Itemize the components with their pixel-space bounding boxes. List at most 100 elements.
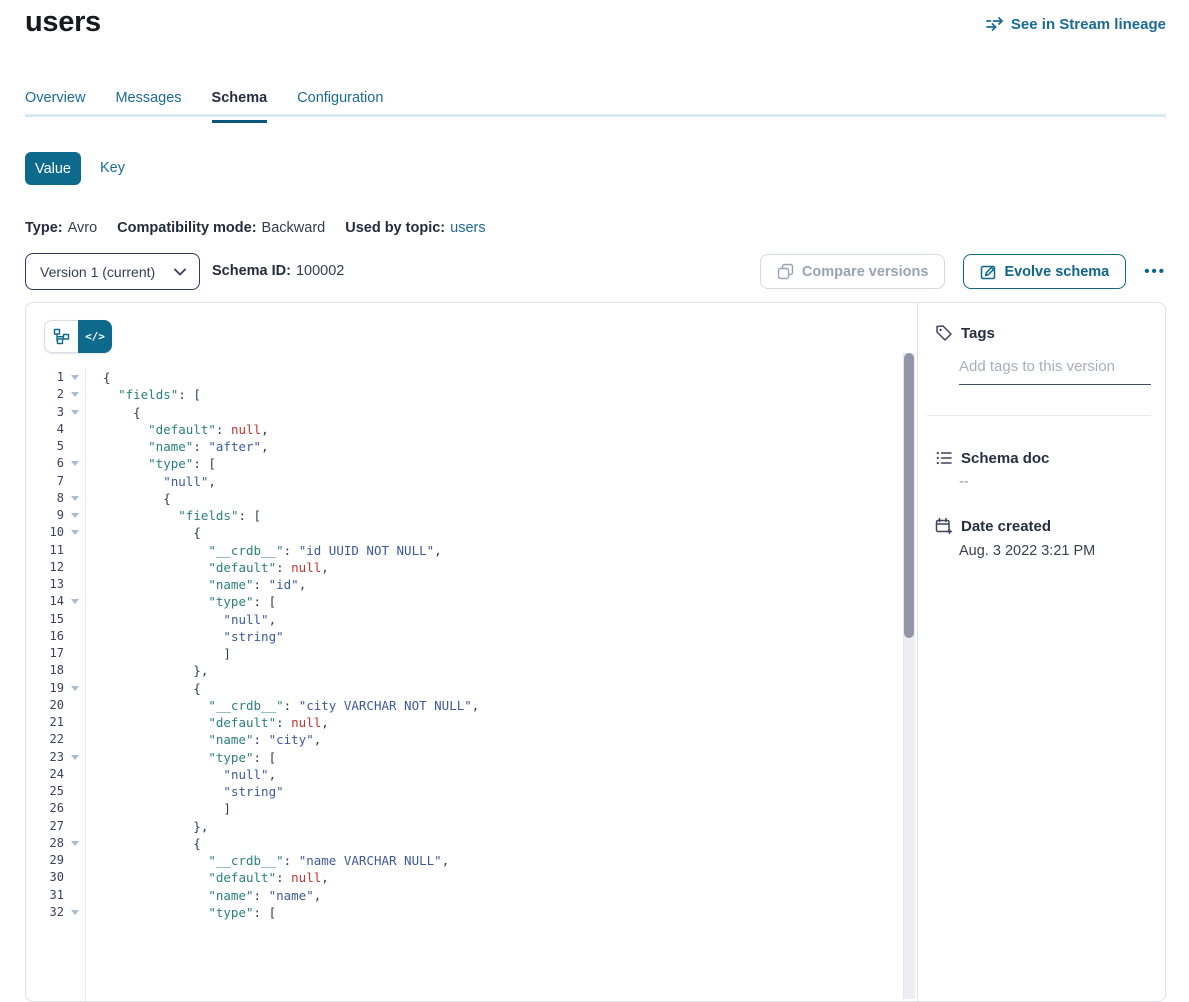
line-number: 5: [26, 438, 64, 455]
tags-section-header: Tags: [935, 324, 995, 342]
code-text: {: [85, 524, 201, 541]
code-text: "__crdb__": "id UUID NOT NULL",: [85, 542, 442, 559]
tab-messages[interactable]: Messages: [115, 90, 181, 123]
date-created-title: Date created: [961, 518, 1051, 535]
code-text: "name": "name",: [85, 887, 321, 904]
line-number: 20: [26, 697, 64, 714]
add-tags-input[interactable]: [959, 358, 1151, 385]
tab-overview[interactable]: Overview: [25, 90, 85, 123]
line-number: 23: [26, 749, 64, 766]
fold-spacer: [64, 852, 85, 869]
schema-id-field: Schema ID: 100002: [212, 253, 344, 290]
code-text: "type": [: [85, 593, 276, 610]
code-text: "__crdb__": "name VARCHAR NULL",: [85, 852, 449, 869]
code-text: "null",: [85, 766, 276, 783]
calendar-plus-icon: [935, 517, 953, 535]
date-created-section-header: Date created: [935, 517, 1051, 535]
fold-toggle-icon[interactable]: [64, 507, 85, 524]
fold-toggle-icon[interactable]: [64, 386, 85, 403]
fold-spacer: [64, 438, 85, 455]
line-number: 6: [26, 455, 64, 472]
line-number: 27: [26, 818, 64, 835]
fold-toggle-icon[interactable]: [64, 404, 85, 421]
json-editor[interactable]: 1{2 "fields": [3 {4 "default": null,5 "n…: [26, 369, 903, 921]
value-toggle-button[interactable]: Value: [25, 152, 81, 185]
code-line: 7 "null",: [26, 473, 903, 490]
fold-toggle-icon[interactable]: [64, 593, 85, 610]
compatibility-mode-label: Compatibility mode:: [117, 220, 256, 236]
code-text: "type": [: [85, 749, 276, 766]
code-line: 32 "type": [: [26, 904, 903, 921]
fold-toggle-icon[interactable]: [64, 369, 85, 386]
page-title: users: [25, 6, 101, 39]
line-number: 24: [26, 766, 64, 783]
line-number: 10: [26, 524, 64, 541]
line-number: 3: [26, 404, 64, 421]
code-text: "null",: [85, 611, 276, 628]
code-text: "__crdb__": "city VARCHAR NOT NULL",: [85, 697, 479, 714]
code-line: 21 "default": null,: [26, 714, 903, 731]
fold-spacer: [64, 800, 85, 817]
fold-toggle-icon[interactable]: [64, 680, 85, 697]
code-line: 6 "type": [: [26, 455, 903, 472]
schema-code-area[interactable]: </> 1{2 "fields": [3 {4 "default": null,…: [26, 303, 918, 1001]
line-number: 26: [26, 800, 64, 817]
line-number: 29: [26, 852, 64, 869]
line-number: 21: [26, 714, 64, 731]
code-text: "default": null,: [85, 421, 269, 438]
line-number: 14: [26, 593, 64, 610]
code-line: 30 "default": null,: [26, 869, 903, 886]
compatibility-mode-value: Backward: [262, 220, 326, 236]
evolve-schema-button[interactable]: Evolve schema: [963, 254, 1126, 289]
fold-toggle-icon[interactable]: [64, 904, 85, 921]
code-line: 4 "default": null,: [26, 421, 903, 438]
code-line: 22 "name": "city",: [26, 731, 903, 748]
fold-spacer: [64, 869, 85, 886]
code-line: 12 "default": null,: [26, 559, 903, 576]
code-line: 25 "string": [26, 783, 903, 800]
code-text: "null",: [85, 473, 216, 490]
fold-spacer: [64, 714, 85, 731]
code-text: "default": null,: [85, 714, 329, 731]
fold-toggle-icon[interactable]: [64, 490, 85, 507]
key-toggle-link[interactable]: Key: [100, 152, 125, 185]
schema-id-value: 100002: [296, 263, 344, 279]
sidebar-divider: [927, 415, 1151, 416]
compare-versions-label: Compare versions: [802, 264, 929, 280]
code-line: 14 "type": [: [26, 593, 903, 610]
code-line: 28 {: [26, 835, 903, 852]
code-view-button[interactable]: </>: [78, 320, 112, 353]
tree-view-icon: [53, 328, 70, 345]
editor-scrollbar-thumb[interactable]: [904, 353, 914, 638]
code-line: 9 "fields": [: [26, 507, 903, 524]
see-in-stream-lineage-link[interactable]: See in Stream lineage: [986, 15, 1166, 33]
code-text: "string": [85, 628, 284, 645]
code-text: "fields": [: [85, 386, 201, 403]
fold-toggle-icon[interactable]: [64, 455, 85, 472]
tab-schema[interactable]: Schema: [212, 90, 268, 123]
tree-view-button[interactable]: [44, 320, 78, 353]
more-options-button[interactable]: •••: [1144, 263, 1166, 280]
fold-toggle-icon[interactable]: [64, 749, 85, 766]
line-number: 15: [26, 611, 64, 628]
type-value: Avro: [68, 220, 98, 236]
schema-id-label: Schema ID:: [212, 263, 291, 279]
date-created-value: Aug. 3 2022 3:21 PM: [959, 543, 1095, 559]
version-dropdown[interactable]: Version 1 (current): [25, 253, 200, 290]
line-number: 32: [26, 904, 64, 921]
compare-versions-button[interactable]: Compare versions: [760, 254, 946, 289]
fold-toggle-icon[interactable]: [64, 524, 85, 541]
code-line: 17 ]: [26, 645, 903, 662]
code-line: 11 "__crdb__": "id UUID NOT NULL",: [26, 542, 903, 559]
line-number: 4: [26, 421, 64, 438]
used-by-topic-link[interactable]: users: [450, 220, 485, 236]
fold-spacer: [64, 645, 85, 662]
fold-toggle-icon[interactable]: [64, 835, 85, 852]
code-line: 10 {: [26, 524, 903, 541]
stream-lineage-icon: [986, 15, 1004, 33]
tag-icon: [935, 324, 953, 342]
fold-spacer: [64, 887, 85, 904]
tags-title: Tags: [961, 325, 995, 342]
tab-configuration[interactable]: Configuration: [297, 90, 383, 123]
line-number: 11: [26, 542, 64, 559]
